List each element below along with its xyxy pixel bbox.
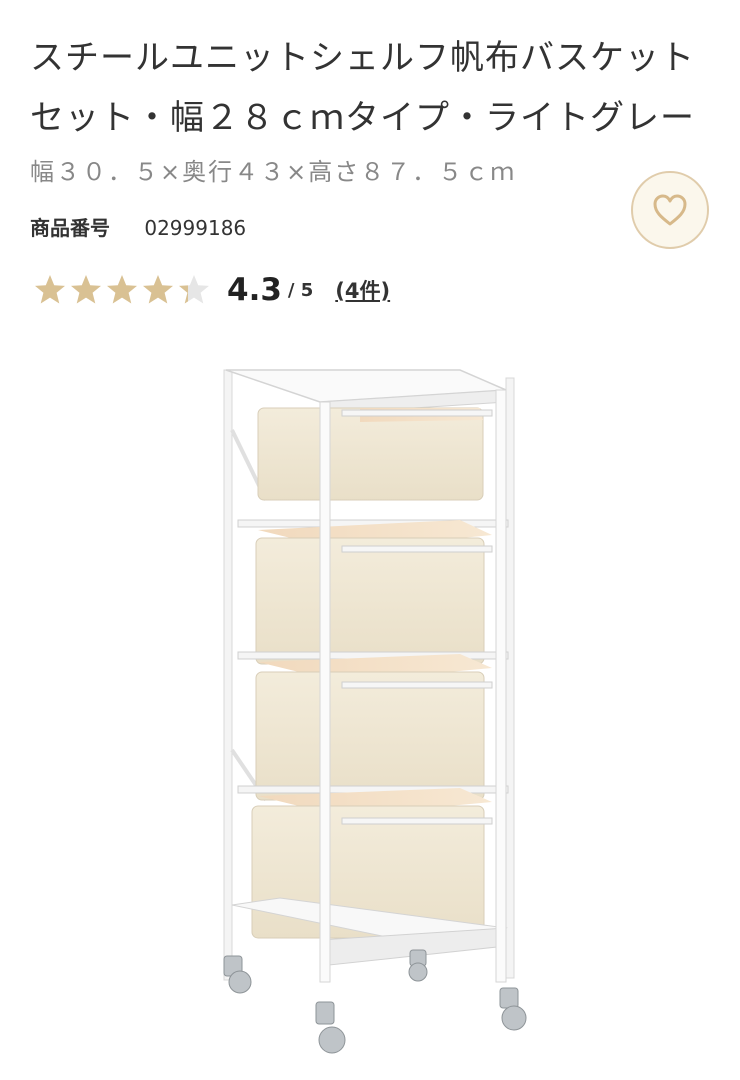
- rating-summary: 4.3 / 5 (4件): [33, 268, 390, 312]
- favorite-button[interactable]: [631, 171, 709, 249]
- rating-max: / 5: [287, 279, 314, 301]
- heart-outline-icon: [653, 194, 687, 226]
- rating-value: 4.3: [227, 272, 282, 308]
- product-number-row: 商品番号 02999186: [30, 212, 246, 241]
- star-icon: [143, 275, 173, 304]
- star-icon: [71, 275, 101, 304]
- star-icon: [35, 275, 65, 304]
- product-title: スチールユニットシェルフ帆布バスケット セット・幅２８ｃｍタイプ・ライトグレー: [30, 28, 720, 148]
- product-image: [223, 369, 527, 1054]
- product-number-value: 02999186: [144, 216, 247, 240]
- product-page: スチールユニットシェルフ帆布バスケット セット・幅２８ｃｍタイプ・ライトグレー …: [0, 0, 740, 1080]
- product-title-line-1: スチールユニットシェルフ帆布バスケット: [30, 38, 695, 78]
- star-icon: [179, 275, 209, 304]
- product-title-line-2: セット・幅２８ｃｍタイプ・ライトグレー: [30, 98, 695, 138]
- rating-stars: [33, 273, 213, 307]
- review-count-link[interactable]: (4件): [335, 275, 390, 305]
- star-icon: [107, 275, 137, 304]
- product-number-label: 商品番号: [30, 216, 110, 240]
- product-dimensions: 幅３０．５×奥行４３×高さ８７．５ｃｍ: [30, 158, 517, 186]
